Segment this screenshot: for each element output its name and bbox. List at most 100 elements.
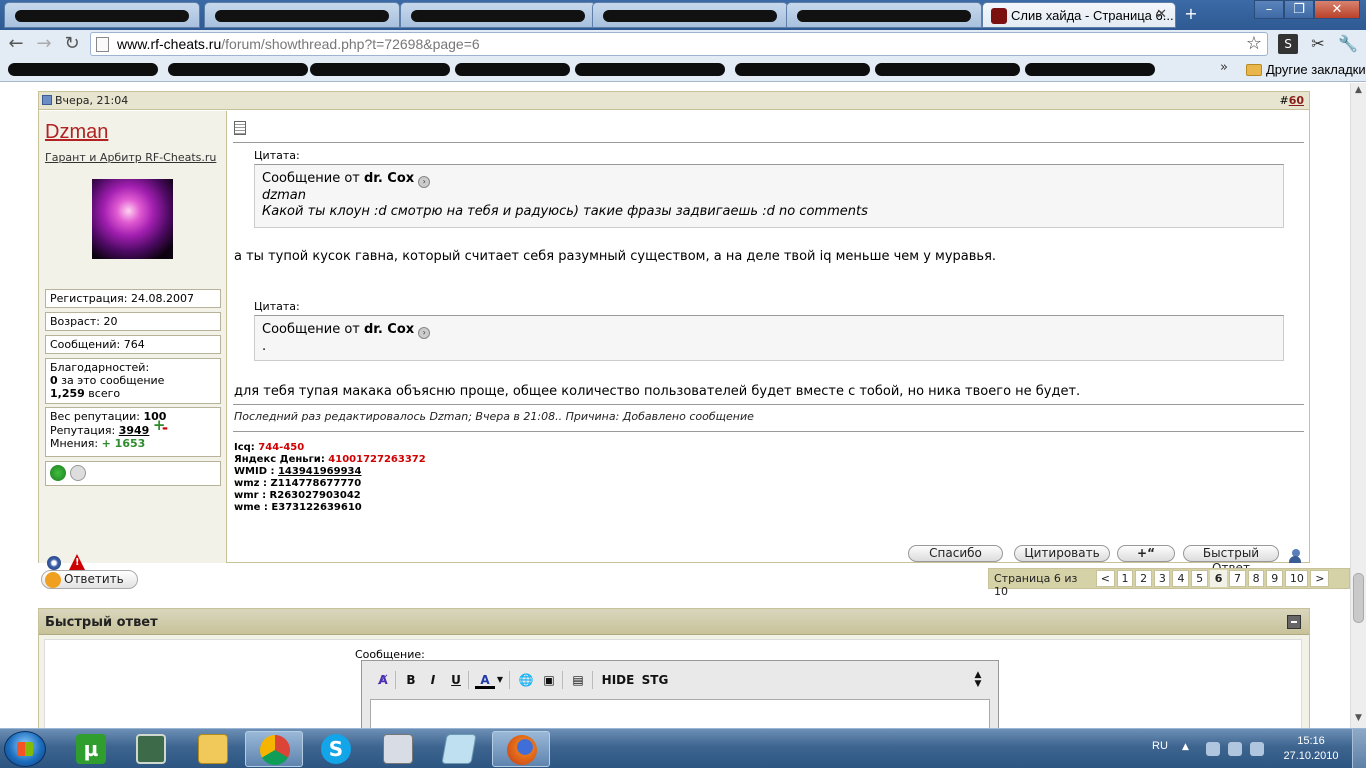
bookmark-item[interactable]	[735, 63, 870, 76]
bookmarks-overflow-icon[interactable]: »	[1220, 60, 1228, 75]
tab-5[interactable]	[786, 2, 982, 28]
new-tab-button[interactable]: +	[1180, 5, 1202, 23]
tab-4[interactable]	[592, 2, 788, 28]
tab-2[interactable]	[204, 2, 400, 28]
page-link[interactable]: 4	[1172, 570, 1190, 587]
italic-button[interactable]: I	[424, 671, 442, 689]
quote-icon[interactable]: ▤	[569, 671, 587, 689]
scroll-thumb[interactable]	[1353, 573, 1364, 623]
quick-reply-body: Сообщение: A̸ B I U A ▼ 🌐 ▣ ▤ HIDE STG ▲…	[44, 639, 1302, 728]
url-text[interactable]: www.rf-cheats.ru/forum/showthread.php?t=…	[117, 36, 480, 52]
divider	[233, 404, 1304, 405]
chrome-taskbar-icon[interactable]	[245, 731, 303, 767]
scroll-up-icon[interactable]: ▲	[1351, 85, 1366, 95]
taskbar: µ S RU ▲ 15:16 27.10.2010	[0, 728, 1366, 768]
page-link[interactable]: 8	[1247, 570, 1265, 587]
device-icon[interactable]	[1228, 742, 1242, 756]
bookmark-item[interactable]	[310, 63, 450, 76]
close-window-button[interactable]: ✕	[1314, 0, 1360, 19]
page-link[interactable]: 2	[1135, 570, 1152, 587]
bookmark-item[interactable]	[8, 63, 158, 76]
tab-1[interactable]	[4, 2, 200, 28]
link-icon[interactable]: 🌐	[517, 671, 535, 689]
stg-button[interactable]: STG	[640, 671, 670, 689]
bookmark-item[interactable]	[1025, 63, 1155, 76]
back-arrow-icon[interactable]: ←	[5, 34, 27, 54]
language-indicator[interactable]: RU	[1152, 740, 1168, 752]
close-tab-icon[interactable]: ✕	[1156, 7, 1167, 22]
multiquote-button[interactable]: +“	[1117, 545, 1175, 562]
notes-taskbar-icon[interactable]	[430, 731, 488, 767]
network-icon[interactable]	[1206, 742, 1220, 756]
user-title[interactable]: Гарант и Арбитр RF-Cheats.ru	[45, 151, 216, 164]
bold-button[interactable]: B	[402, 671, 420, 689]
maximize-button[interactable]: ❐	[1284, 0, 1314, 19]
tab-3[interactable]	[400, 2, 596, 28]
image-icon[interactable]: ▣	[540, 671, 558, 689]
utorrent-taskbar-icon[interactable]: µ	[62, 731, 120, 767]
hide-button[interactable]: HIDE	[600, 671, 636, 689]
page-link[interactable]: 9	[1266, 570, 1283, 587]
reputation-weight: Вес репутации: 100	[50, 410, 167, 423]
show-desktop-button[interactable]	[1352, 729, 1366, 768]
bookmark-item[interactable]	[455, 63, 570, 76]
bookmark-item[interactable]	[168, 63, 308, 76]
page-link[interactable]: 10	[1284, 570, 1309, 587]
bookmark-item[interactable]	[575, 63, 725, 76]
avatar[interactable]	[92, 179, 173, 259]
chevron-down-icon[interactable]: ▼	[496, 671, 504, 689]
wrench-menu-icon[interactable]: 🔧	[1338, 34, 1358, 54]
resize-icon[interactable]: ▲ ▼	[972, 671, 984, 689]
page-next[interactable]: >	[1310, 570, 1329, 587]
tab-active[interactable]: Слив хайда - Страница 6... ✕	[982, 2, 1176, 28]
remove-format-icon[interactable]: A̸	[374, 671, 392, 689]
extension-s-icon[interactable]: S	[1278, 34, 1298, 54]
reload-icon[interactable]: ↻	[61, 34, 83, 54]
vertical-scrollbar[interactable]: ▲ ▼	[1350, 83, 1366, 728]
firefox-taskbar-icon[interactable]	[492, 731, 550, 767]
post-document-icon	[234, 121, 246, 135]
reputation-plus-minus-icon[interactable]	[153, 419, 171, 436]
registration-date: Регистрация: 24.08.2007	[45, 289, 221, 308]
explorer-taskbar-icon[interactable]	[184, 731, 242, 767]
reputation-value-link[interactable]: 3949	[119, 424, 150, 437]
bookmark-star-icon[interactable]: ☆	[1246, 33, 1262, 54]
forward-arrow-icon[interactable]: →	[33, 34, 55, 54]
other-bookmarks[interactable]: Другие закладки	[1246, 62, 1366, 77]
scroll-down-icon[interactable]: ▼	[1351, 713, 1366, 723]
start-button[interactable]	[4, 731, 46, 767]
reputation-box: Вес репутации: 100 Репутация: 3949 Мнени…	[45, 407, 221, 457]
calculator-taskbar-icon[interactable]	[369, 731, 427, 767]
page-link[interactable]: 7	[1229, 570, 1246, 587]
quote-line: dzman	[262, 188, 306, 203]
warning-icon[interactable]	[69, 554, 85, 570]
post-number-link[interactable]: 60	[1289, 94, 1304, 107]
post-text: для тебя тупая макака объясню проще, общ…	[234, 384, 1081, 399]
volume-icon[interactable]	[1250, 742, 1264, 756]
username-link[interactable]: Dzman	[45, 121, 108, 144]
minimize-button[interactable]: –	[1254, 0, 1284, 19]
wmid-link[interactable]: 143941969934	[278, 466, 362, 477]
clock[interactable]: 15:16 27.10.2010	[1280, 734, 1342, 764]
skype-taskbar-icon[interactable]: S	[307, 731, 365, 767]
page-link[interactable]: 1	[1116, 570, 1134, 587]
bookmark-item[interactable]	[875, 63, 1020, 76]
page-link[interactable]: 3	[1153, 570, 1171, 587]
view-post-icon[interactable]: ›	[418, 327, 431, 339]
underline-button[interactable]: U	[447, 671, 465, 689]
page-link[interactable]: 5	[1191, 570, 1208, 587]
report-user-icon[interactable]	[1288, 548, 1304, 564]
collapse-icon[interactable]	[1287, 615, 1301, 629]
quote-button[interactable]: Цитировать	[1014, 545, 1110, 562]
font-color-button[interactable]: A	[475, 671, 495, 689]
extension-tool-icon[interactable]: ✂	[1308, 34, 1328, 54]
quick-reply-button[interactable]: Быстрый Ответ	[1183, 545, 1279, 575]
view-post-icon[interactable]: ›	[418, 176, 431, 188]
address-bar[interactable]: www.rf-cheats.ru/forum/showthread.php?t=…	[90, 32, 1268, 56]
tray-expand-icon[interactable]: ▲	[1182, 742, 1196, 756]
reply-button[interactable]: Ответить	[41, 570, 138, 589]
monitor-taskbar-icon[interactable]	[122, 731, 180, 767]
page-prev[interactable]: <	[1095, 570, 1115, 587]
message-textarea[interactable]	[370, 699, 990, 728]
thanks-button[interactable]: Спасибо	[908, 545, 1003, 562]
